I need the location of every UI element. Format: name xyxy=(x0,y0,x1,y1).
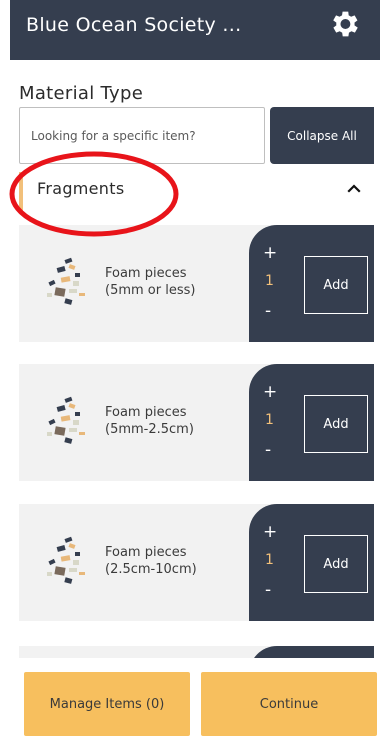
page-title: Blue Ocean Society ... xyxy=(26,14,242,36)
search-field[interactable] xyxy=(19,107,265,164)
add-button[interactable]: Add xyxy=(304,256,368,314)
category-label: Fragments xyxy=(37,179,125,198)
manage-items-button[interactable]: Manage Items (0) xyxy=(24,672,190,736)
foam-pieces-icon xyxy=(47,536,85,584)
list-item: Foam pieces (5mm-2.5cm) + 1 - Add xyxy=(19,364,374,481)
list-item: Foam pieces (5mm or less) + 1 - Add xyxy=(19,225,374,342)
decrement-button[interactable]: - xyxy=(265,580,271,600)
add-button[interactable]: Add xyxy=(304,535,368,593)
quantity-stepper: + 1 - Add xyxy=(249,225,374,342)
quantity-stepper: + 1 - Add xyxy=(249,364,374,481)
quantity-value: 1 xyxy=(265,552,274,568)
item-name: Foam pieces (5mm or less) xyxy=(105,266,196,298)
add-button[interactable]: Add xyxy=(304,395,368,453)
quantity-stepper: + 1 - Add xyxy=(249,504,374,621)
material-type-label: Material Type xyxy=(19,83,144,104)
app-header: Blue Ocean Society ... xyxy=(10,0,380,60)
item-name: Foam pieces (2.5cm-10cm) xyxy=(105,545,197,577)
search-input[interactable] xyxy=(20,108,264,163)
decrement-button[interactable]: - xyxy=(265,440,271,460)
decrement-button[interactable]: - xyxy=(265,301,271,321)
item-name: Foam pieces (5mm-2.5cm) xyxy=(105,405,194,437)
continue-button[interactable]: Continue xyxy=(201,672,377,736)
chevron-up-icon[interactable] xyxy=(346,180,362,196)
increment-button[interactable]: + xyxy=(263,382,277,402)
foam-pieces-icon xyxy=(47,257,85,305)
quantity-value: 1 xyxy=(265,412,274,428)
increment-button[interactable]: + xyxy=(263,243,277,263)
category-accent-bar xyxy=(19,172,23,212)
foam-pieces-icon xyxy=(47,396,85,444)
gear-icon[interactable] xyxy=(327,7,361,41)
increment-button[interactable]: + xyxy=(263,522,277,542)
list-item: Foam pieces (2.5cm-10cm) + 1 - Add xyxy=(19,504,374,621)
category-header-fragments[interactable]: Fragments xyxy=(19,170,374,212)
collapse-all-button[interactable]: Collapse All xyxy=(270,107,374,164)
quantity-value: 1 xyxy=(265,273,274,289)
footer-bar: Manage Items (0) Continue xyxy=(0,658,380,749)
